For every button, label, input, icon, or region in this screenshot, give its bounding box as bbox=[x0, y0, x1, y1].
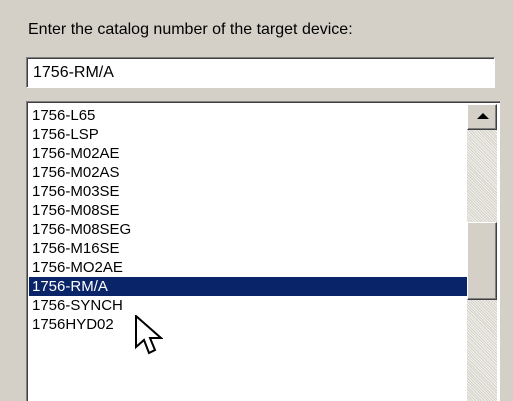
arrow-pointer-icon bbox=[135, 315, 163, 355]
triangle-up-icon bbox=[477, 113, 489, 119]
list-item[interactable]: 1756HYD02 bbox=[29, 315, 467, 334]
vertical-scrollbar[interactable] bbox=[467, 104, 497, 401]
list-item[interactable]: 1756-M02AE bbox=[29, 144, 467, 163]
catalog-number-input[interactable]: 1756-RM/A bbox=[26, 57, 495, 88]
list-item[interactable]: 1756-M03SE bbox=[29, 182, 467, 201]
list-item-selected[interactable]: 1756-RM/A bbox=[29, 277, 467, 296]
device-list-items: 1756-L65 1756-LSP 1756-M02AE 1756-M02AS … bbox=[29, 106, 467, 334]
list-item[interactable]: 1756-M08SE bbox=[29, 201, 467, 220]
list-item[interactable]: 1756-M08SEG bbox=[29, 220, 467, 239]
list-item[interactable]: 1756-SYNCH bbox=[29, 296, 467, 315]
list-item[interactable]: 1756-LSP bbox=[29, 125, 467, 144]
scroll-up-button[interactable] bbox=[467, 104, 497, 130]
list-item[interactable]: 1756-M16SE bbox=[29, 239, 467, 258]
list-item[interactable]: 1756-M02AS bbox=[29, 163, 467, 182]
catalog-number-prompt: Enter the catalog number of the target d… bbox=[28, 21, 353, 38]
list-item[interactable]: 1756-L65 bbox=[29, 106, 467, 125]
list-item[interactable]: 1756-MO2AE bbox=[29, 258, 467, 277]
scrollbar-thumb[interactable] bbox=[467, 222, 497, 300]
device-catalog-listbox[interactable]: 1756-L65 1756-LSP 1756-M02AE 1756-M02AS … bbox=[26, 101, 500, 401]
